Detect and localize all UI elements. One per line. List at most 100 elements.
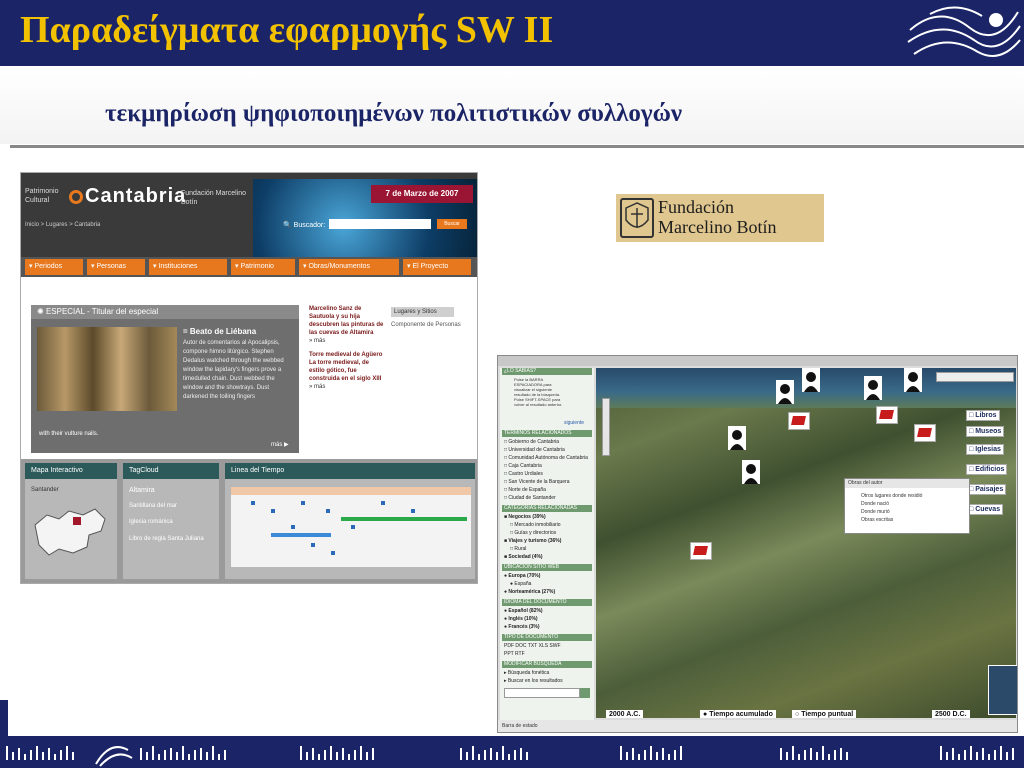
portal-header: Patrimonio Cultural Cantabria Fundación … xyxy=(21,173,477,257)
news-item[interactable]: Torre medieval de Agüero La torre mediev… xyxy=(309,351,385,383)
popup-item[interactable]: Otros lugares donde residió xyxy=(861,493,922,499)
section-language[interactable]: IDIOMA DEL DOCUMENTO xyxy=(502,599,592,606)
footer-pattern-icon xyxy=(6,746,1014,767)
overview-minimap[interactable] xyxy=(988,665,1017,715)
news-more-link[interactable]: » más xyxy=(309,383,385,391)
tag-item[interactable]: Libro de regla Santa Juliana xyxy=(129,535,213,543)
search-input[interactable] xyxy=(329,219,431,229)
popup-item[interactable]: Obras escritas xyxy=(861,517,893,523)
timeline-point xyxy=(331,551,335,555)
nav-personas[interactable]: ▾ Personas xyxy=(87,259,145,275)
special-title[interactable]: = Beato de Liébana xyxy=(183,327,256,336)
author-portrait-icon[interactable] xyxy=(742,460,760,484)
term-item[interactable]: □ San Vicente de la Barquera xyxy=(504,479,569,485)
section-categories[interactable]: CATEGORÍAS RELACIONADAS xyxy=(502,505,592,512)
location-item[interactable]: ● Europa (70%) xyxy=(504,573,540,579)
breadcrumb[interactable]: Inicio > Lugares > Cantabria xyxy=(25,222,100,228)
modify-item[interactable]: ▸ Buscar en los resultados xyxy=(504,678,563,684)
language-item[interactable]: ● Inglés (10%) xyxy=(504,616,538,622)
doctype-row[interactable]: PPT RTF xyxy=(504,651,525,657)
tag-item[interactable]: Iglesia románica xyxy=(129,519,173,525)
term-item[interactable]: □ Ciudad de Santander xyxy=(504,495,556,501)
satellite-map[interactable]: □ Libros □ Museos □ Iglesias □ Edificios… xyxy=(596,368,1016,718)
author-portrait-icon[interactable] xyxy=(728,426,746,450)
popup-item[interactable]: Donde murió xyxy=(861,509,890,515)
book-marker-icon[interactable] xyxy=(876,406,898,424)
date-banner: 7 de Marzo de 2007 xyxy=(371,185,473,203)
term-item[interactable]: □ Castro Urdiales xyxy=(504,471,543,477)
location-item[interactable]: ● Norteamérica (27%) xyxy=(504,589,555,595)
language-item[interactable]: ● Francés (3%) xyxy=(504,624,540,630)
refine-button[interactable] xyxy=(580,688,590,698)
search-button[interactable]: Buscar xyxy=(437,219,467,229)
tag-item[interactable]: Santillana del mar xyxy=(129,503,177,509)
time-start-label: 2000 A.C. xyxy=(606,710,644,718)
layer-edificios[interactable]: □ Edificios xyxy=(966,464,1008,475)
brand-name: Cantabria xyxy=(85,185,187,207)
divider xyxy=(10,145,1024,148)
section-terms[interactable]: TÉRMINOS RELACIONADOS xyxy=(502,430,592,437)
next-link[interactable]: siguiente xyxy=(564,420,584,426)
section-doctype[interactable]: TIPO DE DOCUMENTO xyxy=(502,634,592,641)
layer-libros[interactable]: □ Libros xyxy=(966,410,1000,421)
refine-input[interactable] xyxy=(504,688,580,698)
book-marker-icon[interactable] xyxy=(914,424,936,442)
category-item[interactable]: ■ Viajes y turismo (36%) xyxy=(504,538,561,544)
term-item[interactable]: □ Comunidad Autónoma de Cantabria xyxy=(504,455,588,461)
timeline-title[interactable]: Linea del Tiempo xyxy=(225,463,475,479)
author-portrait-icon[interactable] xyxy=(776,380,794,404)
zoom-slider[interactable] xyxy=(602,398,610,456)
category-item[interactable]: ■ Sociedad (4%) xyxy=(504,554,543,560)
news-column: Marcelino Sanz de Sautuola y su hija des… xyxy=(309,305,385,391)
author-portrait-icon[interactable] xyxy=(802,368,820,392)
timeline-chart[interactable] xyxy=(231,487,471,567)
modify-item[interactable]: ▸ Búsqueda fonética xyxy=(504,670,549,676)
map-type-bar[interactable] xyxy=(936,372,1014,382)
more-link[interactable]: más ▶ xyxy=(271,441,289,448)
doctype-row[interactable]: PDF DOC TXT XLS SWF xyxy=(504,643,561,649)
author-portrait-icon[interactable] xyxy=(864,376,882,400)
region-map-icon[interactable] xyxy=(29,501,111,561)
time-point-toggle[interactable]: ○ Tiempo puntual xyxy=(792,710,857,718)
book-marker-icon[interactable] xyxy=(788,412,810,430)
foundation-seal-icon xyxy=(620,198,654,238)
nav-proyecto[interactable]: ▾ El Proyecto xyxy=(403,259,471,275)
section-modify[interactable]: MODIFICAR BÚSQUEDA xyxy=(502,661,592,668)
layer-paisajes[interactable]: □ Paisajes xyxy=(966,484,1007,495)
term-item[interactable]: □ Norte de España xyxy=(504,487,546,493)
popup-title: Obras del autor xyxy=(845,479,969,488)
author-portrait-icon[interactable] xyxy=(904,368,922,392)
term-item[interactable]: □ Universidad de Cantabria xyxy=(504,447,565,453)
popup-item[interactable]: Donde nació xyxy=(861,501,889,507)
category-item[interactable]: ■ Negocios (39%) xyxy=(504,514,546,520)
tagcloud-title[interactable]: TagCloud xyxy=(123,463,219,479)
layer-iglesias[interactable]: □ Iglesias xyxy=(966,444,1004,455)
location-item[interactable]: ● España xyxy=(510,581,531,587)
nav-obras[interactable]: ▾ Obras/Monumentos xyxy=(299,259,399,275)
nav-instituciones[interactable]: ▾ Instituciones xyxy=(149,259,227,275)
nav-patrimonio[interactable]: ▾ Patrimonio xyxy=(231,259,295,275)
section-location[interactable]: UBICACIÓN SITIO WEB xyxy=(502,564,592,571)
tag-item[interactable]: Altamira xyxy=(129,487,155,494)
category-item[interactable]: □ Mercado inmobiliario xyxy=(510,522,561,528)
category-item[interactable]: □ Guías y directorios xyxy=(510,530,556,536)
news-more-link[interactable]: » más xyxy=(309,337,385,345)
term-item[interactable]: □ Caja Cantabria xyxy=(504,463,542,469)
layer-cuevas[interactable]: □ Cuevas xyxy=(966,504,1004,515)
special-feature: ✺ ESPECIAL - Titular del especial = Beat… xyxy=(31,305,299,453)
nav-periodos[interactable]: ▾ Periodos xyxy=(25,259,83,275)
time-accumulated-toggle[interactable]: ● Tiempo acumulado xyxy=(700,710,776,718)
language-item[interactable]: ● Español (82%) xyxy=(504,608,543,614)
map-panel-title[interactable]: Mapa Interactivo xyxy=(25,463,117,479)
timeline-point xyxy=(411,509,415,513)
timeline-panel: Linea del Tiempo xyxy=(225,463,475,579)
term-item[interactable]: □ Gobierno de Cantabria xyxy=(504,439,559,445)
category-item[interactable]: □ Rural xyxy=(510,546,526,552)
layer-museos[interactable]: □ Museos xyxy=(966,426,1005,437)
help-text: Pulse la BARRA ESPACIADORA para visualiz… xyxy=(514,377,563,407)
news-item[interactable]: Marcelino Sanz de Sautuola y su hija des… xyxy=(309,305,385,337)
lugares-tab[interactable]: Lugares y Sitios xyxy=(391,307,454,317)
window-titlebar xyxy=(498,356,1017,366)
book-marker-icon[interactable] xyxy=(690,542,712,560)
foundation-logo-text: Fundación Marcelino Botín xyxy=(658,197,777,237)
